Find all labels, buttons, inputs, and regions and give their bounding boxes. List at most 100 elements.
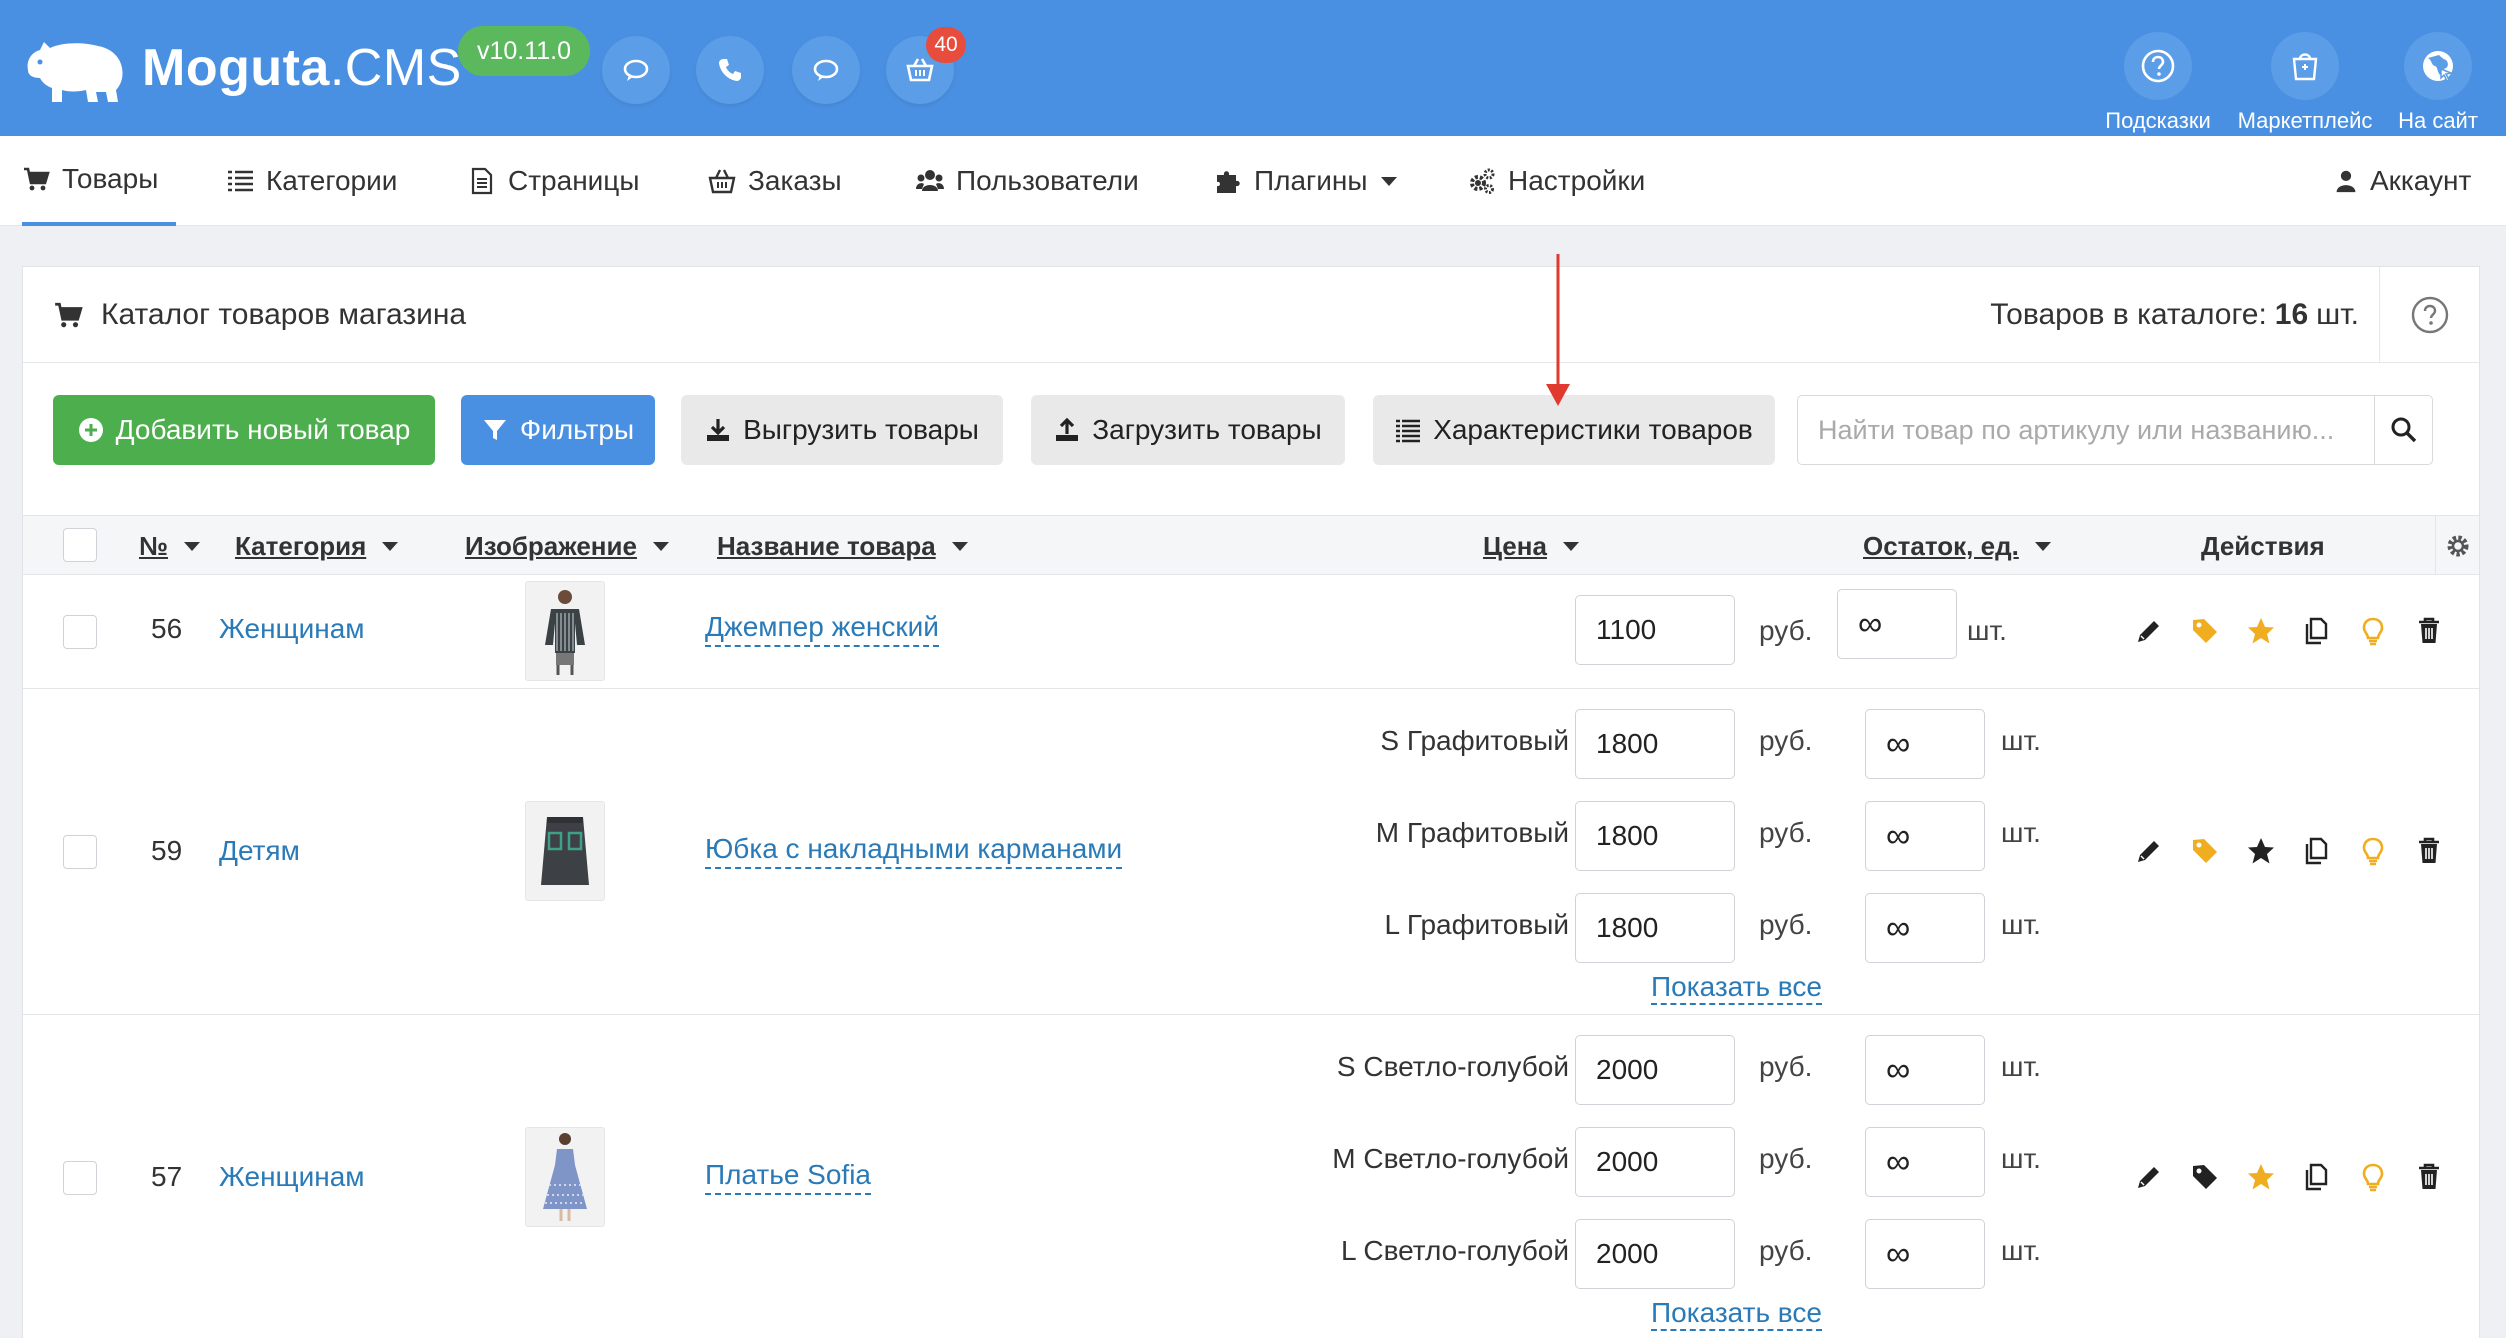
column-header-num[interactable]: №	[139, 516, 200, 576]
hints-button[interactable]: Подсказки	[2098, 32, 2218, 134]
delete-button[interactable]	[2413, 835, 2445, 867]
help-button[interactable]	[2379, 267, 2479, 363]
chat-button[interactable]	[602, 36, 670, 104]
chat-bubble-icon	[623, 59, 649, 81]
stock-input[interactable]: ∞	[1837, 589, 1957, 659]
marketplace-button[interactable]: Маркетплейс	[2230, 32, 2380, 134]
variant-price-input[interactable]: 1800	[1575, 709, 1735, 779]
row-checkbox[interactable]	[63, 1161, 97, 1195]
delete-button[interactable]	[2413, 615, 2445, 647]
phone-button[interactable]	[696, 36, 764, 104]
variant-stock-input[interactable]: ∞	[1865, 801, 1985, 871]
nav-item-plugins[interactable]: Плагины	[1214, 136, 1398, 226]
add-product-label: Добавить новый товар	[115, 414, 411, 445]
price-input[interactable]: 1100	[1575, 595, 1735, 665]
product-category-link[interactable]: Женщинам	[219, 1161, 365, 1193]
column-header-stock[interactable]: Остаток, ед.	[1863, 516, 2051, 576]
product-name[interactable]: Юбка с накладными карманами	[705, 833, 1123, 869]
copy-button[interactable]	[2301, 1161, 2333, 1193]
product-image[interactable]	[525, 1127, 605, 1227]
version-badge: v10.11.0	[458, 26, 590, 76]
dress-thumb-icon	[527, 1129, 603, 1225]
discount-tag-button[interactable]	[2189, 1161, 2221, 1193]
visibility-toggle[interactable]	[2357, 615, 2389, 647]
currency-label: руб.	[1759, 615, 1813, 646]
discount-tag-button[interactable]	[2189, 615, 2221, 647]
recommend-star-button[interactable]	[2245, 835, 2277, 867]
nav-item-account[interactable]: Аккаунт	[2334, 136, 2471, 226]
filters-button[interactable]: Фильтры	[461, 395, 655, 465]
search-button[interactable]	[2374, 396, 2432, 464]
nav-label-categories: Категории	[266, 165, 398, 196]
phone-icon	[719, 59, 741, 81]
copy-button[interactable]	[2301, 615, 2333, 647]
variant-price-input[interactable]: 2000	[1575, 1127, 1735, 1197]
variant-stock-input[interactable]: ∞	[1865, 1035, 1985, 1105]
add-product-button[interactable]: Добавить новый товар	[53, 395, 435, 465]
row-checkbox[interactable]	[63, 835, 97, 869]
visibility-toggle[interactable]	[2357, 835, 2389, 867]
nav-item-categories[interactable]: Категории	[226, 136, 397, 226]
edit-button[interactable]	[2133, 615, 2165, 647]
product-characteristics-button[interactable]: Характеристики товаров	[1373, 395, 1775, 465]
show-all-variants-link[interactable]: Показать все	[1651, 971, 1822, 1005]
hints-label: Подсказки	[2105, 108, 2211, 133]
puzzle-icon	[1217, 171, 1240, 193]
logo[interactable]: Moguta.CMS	[22, 30, 462, 106]
variant-label: S Графитовый	[1380, 725, 1569, 756]
basket-icon	[906, 58, 934, 82]
product-category-link[interactable]: Женщинам	[219, 613, 365, 645]
variant-price-input[interactable]: 2000	[1575, 1219, 1735, 1289]
variant-stock-input[interactable]: ∞	[1865, 1219, 1985, 1289]
column-header-price[interactable]: Цена	[1483, 516, 1579, 576]
product-category-link[interactable]: Детям	[219, 835, 300, 867]
show-all-variants-link[interactable]: Показать все	[1651, 1297, 1822, 1331]
copy-icon	[2305, 1163, 2328, 1191]
row-checkbox[interactable]	[63, 615, 97, 649]
visibility-toggle[interactable]	[2357, 1161, 2389, 1193]
panel-title: Каталог товаров магазина	[53, 267, 466, 363]
cart-icon	[55, 302, 83, 328]
shopping-bag-icon	[2292, 53, 2318, 81]
table-settings-button[interactable]	[2435, 516, 2479, 576]
row-actions	[2133, 1161, 2469, 1193]
select-all-checkbox[interactable]	[63, 528, 97, 562]
discount-tag-button[interactable]	[2189, 835, 2221, 867]
basket-icon	[708, 169, 736, 194]
variant-stock-input[interactable]: ∞	[1865, 893, 1985, 963]
nav-item-settings[interactable]: Настройки	[1468, 136, 1645, 226]
search-input[interactable]	[1798, 396, 2374, 464]
recommend-star-button[interactable]	[2245, 615, 2277, 647]
product-image[interactable]	[525, 581, 605, 681]
lightbulb-icon	[2362, 837, 2384, 866]
product-name[interactable]: Платье Sofia	[705, 1159, 872, 1195]
column-header-name[interactable]: Название товара	[717, 516, 968, 576]
variant-stock-input[interactable]: ∞	[1865, 1127, 1985, 1197]
marketplace-label: Маркетплейс	[2237, 108, 2373, 133]
pencil-icon	[2138, 621, 2159, 642]
nav-item-users[interactable]: Пользователи	[916, 136, 1139, 226]
sort-caret-icon	[183, 541, 200, 551]
delete-button[interactable]	[2413, 1161, 2445, 1193]
column-header-category[interactable]: Категория	[235, 516, 399, 576]
edit-button[interactable]	[2133, 835, 2165, 867]
nav-item-orders[interactable]: Заказы	[708, 136, 842, 226]
variant-price-input[interactable]: 1800	[1575, 893, 1735, 963]
column-header-image[interactable]: Изображение	[465, 516, 669, 576]
export-products-button[interactable]: Выгрузить товары	[681, 395, 1003, 465]
variant-price-input[interactable]: 2000	[1575, 1035, 1735, 1105]
nav-item-products[interactable]: Товары	[22, 136, 177, 226]
messages-button[interactable]	[792, 36, 860, 104]
copy-button[interactable]	[2301, 835, 2333, 867]
edit-button[interactable]	[2133, 1161, 2165, 1193]
nav-item-pages[interactable]: Страницы	[468, 136, 639, 226]
recommend-star-button[interactable]	[2245, 1161, 2277, 1193]
import-products-button[interactable]: Загрузить товары	[1031, 395, 1345, 465]
product-search	[1797, 395, 2433, 465]
product-name[interactable]: Джемпер женский	[705, 611, 939, 647]
variant-price-input[interactable]: 1800	[1575, 801, 1735, 871]
to-site-button[interactable]: На сайт	[2384, 32, 2492, 134]
variant-stock-input[interactable]: ∞	[1865, 709, 1985, 779]
count-value: 16	[2274, 298, 2309, 331]
product-image[interactable]	[525, 801, 605, 901]
